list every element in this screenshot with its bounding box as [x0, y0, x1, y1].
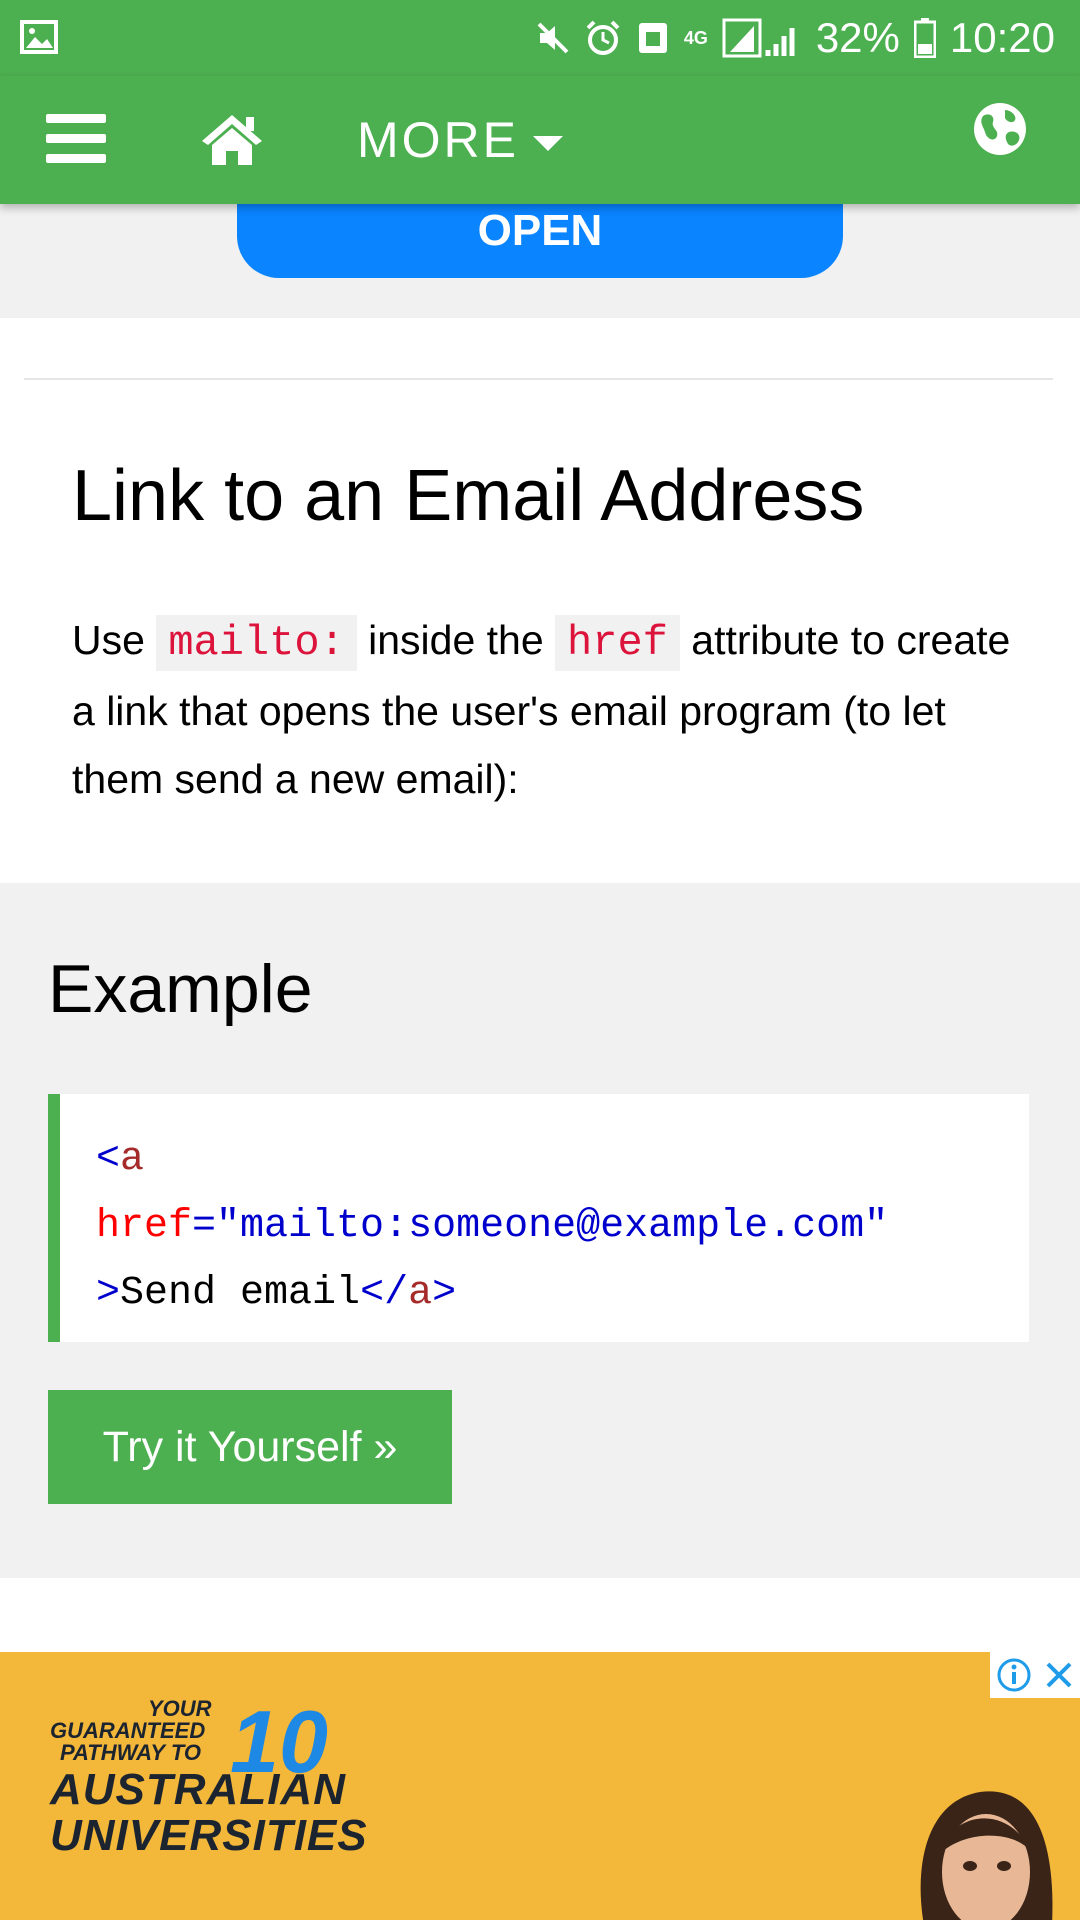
- home-icon[interactable]: [200, 111, 264, 167]
- ad-person-image: [920, 1791, 1053, 1920]
- code-gt: >: [96, 1271, 121, 1316]
- battery-percent: 32%: [815, 14, 900, 61]
- nfc-icon: [638, 23, 667, 53]
- code-attr-value: "mailto:someone@example.com": [216, 1204, 889, 1249]
- mute-icon: [537, 22, 569, 54]
- section-title: Link to an Email Address: [72, 456, 865, 536]
- ad-number: 10: [230, 1692, 328, 1791]
- status-bar: 4G 32% 10:20: [0, 0, 1080, 76]
- menu-icon[interactable]: [46, 114, 106, 166]
- code-lt: <: [96, 1137, 121, 1182]
- para-text: inside the: [356, 617, 556, 663]
- caret-down-icon: [533, 135, 563, 151]
- code-attr-name: href: [96, 1204, 193, 1249]
- signal-icon: [722, 18, 795, 58]
- image-notification-icon: [20, 20, 58, 54]
- globe-icon[interactable]: [973, 102, 1027, 156]
- code-lt-close: </: [360, 1271, 409, 1316]
- network-type: 4G: [683, 28, 708, 48]
- close-icon[interactable]: [1043, 1659, 1075, 1691]
- ad-line: UNIVERSITIES: [50, 1811, 368, 1860]
- code-eq: =: [192, 1204, 217, 1249]
- alarm-icon: [586, 20, 620, 55]
- section-paragraph: Use mailto: inside the href attribute to…: [72, 606, 1032, 813]
- code-example: <a href="mailto:someone@example.com" >Se…: [48, 1094, 1029, 1342]
- try-it-yourself-button[interactable]: Try it Yourself »: [48, 1390, 452, 1504]
- battery-icon: [913, 18, 936, 58]
- top-nav: MORE: [0, 76, 1080, 204]
- code-gt-close: >: [432, 1271, 457, 1316]
- divider: [24, 378, 1053, 380]
- para-text: Use: [72, 617, 157, 663]
- more-label: MORE: [357, 112, 519, 168]
- advertisement-banner[interactable]: YOUR GUARANTEED PATHWAY TO 10 AUSTRALIAN…: [0, 1652, 1080, 1920]
- more-dropdown[interactable]: MORE: [357, 106, 563, 174]
- example-title: Example: [48, 951, 313, 1027]
- adchoices[interactable]: [990, 1652, 1080, 1698]
- inline-code-mailto: mailto:: [156, 615, 357, 671]
- info-icon[interactable]: [996, 1657, 1032, 1693]
- status-icons: 4G 32% 10:20: [536, 10, 1055, 66]
- ad-brand-text: YOUR GUARANTEED PATHWAY TO 10 AUSTRALIAN…: [50, 1692, 370, 1860]
- inline-code-href: href: [555, 615, 680, 671]
- open-button[interactable]: OPEN: [237, 196, 843, 278]
- code-link-text: Send email: [120, 1271, 361, 1316]
- code-tag-open: a: [120, 1137, 145, 1182]
- clock: 10:20: [949, 14, 1055, 61]
- code-tag-close: a: [408, 1271, 433, 1316]
